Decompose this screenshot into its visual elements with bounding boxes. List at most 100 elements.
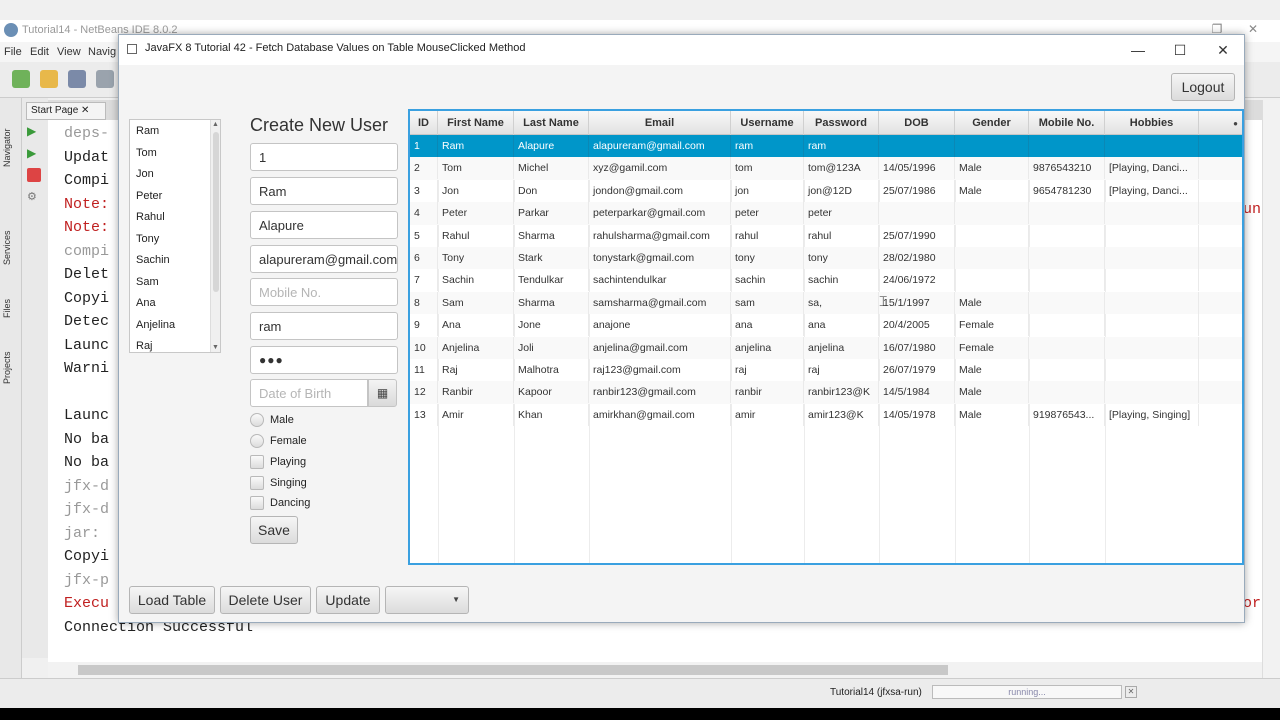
- scroll-up-icon[interactable]: ▲: [212, 121, 219, 128]
- table-row[interactable]: 13 Amir Khan amirkhan@gmail.com amir amir123@…: [410, 403, 1242, 426]
- username-field[interactable]: ram: [250, 312, 398, 340]
- column-header[interactable]: ID: [410, 111, 438, 135]
- list-item[interactable]: Raj: [130, 335, 220, 352]
- scroll-down-icon[interactable]: ▼: [212, 344, 219, 351]
- combo-box[interactable]: ▼: [385, 586, 469, 614]
- list-item[interactable]: Sachin: [130, 249, 220, 271]
- column-header[interactable]: Username: [731, 111, 804, 135]
- password-field[interactable]: ●●●: [250, 346, 398, 374]
- mobile-field[interactable]: Mobile No.: [250, 278, 398, 306]
- table-row[interactable]: 8 Sam Sharma samsharma@gmail.com sam sa, 15/1/…: [410, 291, 1242, 315]
- list-item[interactable]: Sam: [130, 271, 220, 293]
- table-cell: tonystark@gmail.com: [589, 247, 731, 269]
- table-row[interactable]: 9 Ana Jone anajone ana ana 20/4/2005 Female: [410, 314, 1242, 337]
- table-row[interactable]: 7 Sachin Tendulkar sachintendulkar sachin sac…: [410, 269, 1242, 292]
- update-button[interactable]: Update: [316, 586, 380, 614]
- table-row[interactable]: 10 Anjelina Joli anjelina@gmail.com anjelina…: [410, 336, 1242, 359]
- ide-vertical-scrollbar[interactable]: [1262, 100, 1280, 678]
- column-header[interactable]: DOB: [879, 111, 955, 135]
- new-project-icon[interactable]: [40, 70, 58, 88]
- table-cell: ranbir: [731, 381, 804, 404]
- column-header[interactable]: First Name: [438, 111, 514, 135]
- table-cell: 2: [410, 157, 438, 180]
- table-cell: 13: [410, 403, 438, 426]
- projects-tab[interactable]: Projects: [2, 338, 20, 398]
- output-line: Updat: [64, 148, 110, 166]
- male-radio[interactable]: [250, 413, 264, 427]
- minimize-button[interactable]: —: [1123, 39, 1153, 61]
- form-title: Create New User: [250, 115, 389, 135]
- table-row[interactable]: 4 Peter Parkar peterparkar@gmail.com peter pe…: [410, 202, 1242, 225]
- menu-file[interactable]: File: [4, 46, 22, 58]
- load-table-button[interactable]: Load Table: [129, 586, 215, 614]
- logout-button[interactable]: Logout: [1171, 73, 1235, 101]
- list-item[interactable]: Peter: [130, 185, 220, 207]
- table-cell: [1029, 224, 1105, 247]
- menu-view[interactable]: View: [57, 46, 81, 58]
- start-page-tab[interactable]: Start Page ✕: [26, 102, 106, 120]
- ide-close-icon[interactable]: ✕: [1244, 22, 1262, 38]
- column-header[interactable]: Mobile No.: [1029, 111, 1105, 135]
- table-cell: Rahul: [438, 224, 514, 247]
- column-header[interactable]: Gender: [955, 111, 1029, 135]
- ide-horizontal-scrollbar[interactable]: [48, 662, 1262, 678]
- table-cell: raj: [731, 359, 804, 381]
- table-row[interactable]: 12 Ranbir Kapoor ranbir123@gmail.com ranbir r…: [410, 381, 1242, 404]
- table-row[interactable]: 11 Raj Malhotra raj123@gmail.com raj raj 26/07…: [410, 359, 1242, 381]
- menu-edit[interactable]: Edit: [30, 46, 49, 58]
- table-cell: Male: [955, 157, 1029, 180]
- id-field[interactable]: 1: [250, 143, 398, 171]
- list-item[interactable]: Rahul: [130, 206, 220, 228]
- list-item[interactable]: Tom: [130, 142, 220, 164]
- singing-checkbox[interactable]: [250, 476, 264, 490]
- list-scrollbar[interactable]: ▲ ▼: [210, 120, 220, 352]
- column-header[interactable]: Email: [589, 111, 731, 135]
- list-item[interactable]: Ana: [130, 292, 220, 314]
- column-header[interactable]: Hobbies: [1105, 111, 1199, 135]
- delete-user-button[interactable]: Delete User: [220, 586, 311, 614]
- close-button[interactable]: ✕: [1208, 39, 1238, 61]
- save-button[interactable]: Save: [250, 516, 298, 544]
- navigator-tab[interactable]: Navigator: [2, 118, 20, 178]
- settings-icon[interactable]: ⚙: [27, 190, 41, 204]
- playing-checkbox[interactable]: [250, 455, 264, 469]
- list-scroll-thumb[interactable]: [213, 132, 219, 292]
- table-header: ID First Name Last Name Email Username Passwo…: [410, 111, 1242, 135]
- table-cell: 9654781230: [1029, 179, 1105, 202]
- table-row[interactable]: 6 Tony Stark tonystark@gmail.com tony tony 28/…: [410, 247, 1242, 270]
- names-listview[interactable]: ▲ ▼ Ram Tom Jon Peter Rahul Tony Sachin Sam Ana A…: [129, 119, 221, 353]
- services-tab[interactable]: Services: [2, 218, 20, 278]
- menu-navigate[interactable]: Navig: [88, 46, 116, 58]
- list-item[interactable]: Tony: [130, 228, 220, 250]
- table-row[interactable]: 2 Tom Michel xyz@gamil.com tom tom@123A 14/05/…: [410, 157, 1242, 180]
- column-header[interactable]: Last Name: [514, 111, 589, 135]
- table-row[interactable]: 1 Ram Alapure alapureram@gmail.com ram ram: [410, 135, 1242, 158]
- app-icon: [127, 44, 137, 54]
- list-item[interactable]: Ram: [130, 120, 220, 142]
- table-cell: Male: [955, 381, 1029, 404]
- maximize-button[interactable]: ☐: [1165, 39, 1195, 61]
- last-name-field[interactable]: Alapure: [250, 211, 398, 239]
- open-project-icon[interactable]: [68, 70, 86, 88]
- cancel-run-icon[interactable]: ✕: [1125, 686, 1137, 698]
- files-tab[interactable]: Files: [2, 288, 20, 328]
- users-table[interactable]: ID First Name Last Name Email Username Passwo…: [408, 109, 1244, 565]
- table-row[interactable]: 5 Rahul Sharma rahulsharma@gmail.com rahul ra…: [410, 224, 1242, 247]
- female-radio[interactable]: [250, 434, 264, 448]
- first-name-field[interactable]: Ram: [250, 177, 398, 205]
- table-row[interactable]: 3 Jon Don jondon@gmail.com jon jon@12D 25/07/1…: [410, 179, 1242, 202]
- column-menu-icon[interactable]: ●: [1233, 119, 1238, 128]
- ide-hscroll-thumb[interactable]: [78, 665, 948, 675]
- email-field[interactable]: alapureram@gmail.com: [250, 245, 398, 273]
- calendar-icon[interactable]: ▦: [368, 379, 397, 407]
- stop-icon[interactable]: [27, 168, 41, 182]
- column-header[interactable]: Password: [804, 111, 879, 135]
- dancing-checkbox[interactable]: [250, 496, 264, 510]
- dob-field[interactable]: Date of Birth: [250, 379, 368, 407]
- rerun-icon[interactable]: ▶: [27, 124, 41, 138]
- list-item[interactable]: Anjelina: [130, 314, 220, 336]
- list-item[interactable]: Jon: [130, 163, 220, 185]
- save-all-icon[interactable]: [96, 70, 114, 88]
- rerun-params-icon[interactable]: ▶: [27, 146, 41, 160]
- new-file-icon[interactable]: [12, 70, 30, 88]
